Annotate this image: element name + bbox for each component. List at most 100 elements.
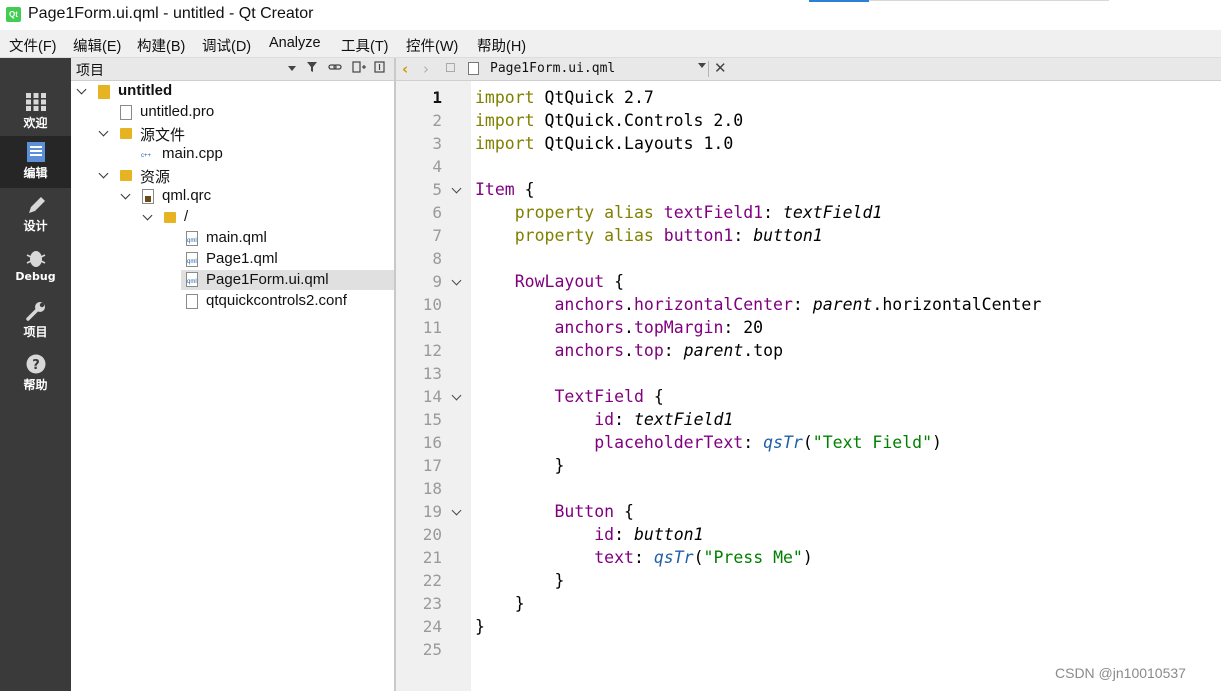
chevron-down-icon[interactable] <box>98 169 110 181</box>
project-icon <box>98 85 110 99</box>
code-line[interactable]: property alias button1: button1 <box>475 224 823 247</box>
fold-chevron-icon[interactable] <box>452 508 462 518</box>
tree-item-label: Page1.qml <box>206 250 278 267</box>
forward-arrow-icon[interactable]: › <box>423 60 429 78</box>
bug-icon <box>0 248 71 272</box>
code-line[interactable]: property alias textField1: textField1 <box>475 201 883 224</box>
mode-projects[interactable]: 项目 <box>0 295 71 347</box>
mode-edit[interactable]: 编辑 <box>0 136 71 188</box>
menu-build[interactable]: 构建(B) <box>137 35 185 56</box>
tree-item-label: Page1Form.ui.qml <box>206 271 329 288</box>
mode-label: 项目 <box>23 325 48 339</box>
code-line[interactable]: anchors.topMargin: 20 <box>475 316 763 339</box>
line-number: 11 <box>422 318 442 337</box>
close-document-icon[interactable]: ✕ <box>714 59 727 77</box>
menu-help[interactable]: 帮助(H) <box>477 35 526 56</box>
code-line[interactable]: anchors.top: parent.top <box>475 339 783 362</box>
tree-item-label: qml.qrc <box>162 187 212 204</box>
line-number: 23 <box>422 594 442 613</box>
mode-debug[interactable]: Debug <box>0 242 71 294</box>
tree-item-main-qml[interactable]: main.qml <box>71 229 394 249</box>
link-icon[interactable] <box>328 61 342 75</box>
line-number: 21 <box>422 548 442 567</box>
tree-item-resources[interactable]: 资源 <box>71 166 394 186</box>
fold-chevron-icon[interactable] <box>452 186 462 196</box>
tree-item-root-folder[interactable]: / <box>71 208 394 228</box>
menu-analyze[interactable]: Analyze <box>269 35 321 51</box>
tree-item-page1form-ui-qml[interactable]: Page1Form.ui.qml <box>181 270 394 290</box>
line-number: 25 <box>422 640 442 659</box>
line-number: 22 <box>422 571 442 590</box>
line-number: 5 <box>432 180 442 199</box>
line-number: 4 <box>432 157 442 176</box>
qml-file-icon <box>186 231 198 246</box>
code-line[interactable]: } <box>475 454 564 477</box>
code-line[interactable]: } <box>475 615 485 638</box>
grid-icon <box>0 92 71 116</box>
code-line[interactable]: } <box>475 592 525 615</box>
line-number: 13 <box>422 364 442 383</box>
line-number: 12 <box>422 341 442 360</box>
qrc-file-icon <box>142 189 154 204</box>
chevron-down-icon[interactable] <box>98 127 110 139</box>
code-line[interactable]: import QtQuick 2.7 <box>475 86 654 109</box>
code-line[interactable]: Item { <box>475 178 535 201</box>
mode-label: 编辑 <box>23 166 48 180</box>
code-editor[interactable]: import QtQuick 2.7 import QtQuick.Control… <box>471 81 1221 691</box>
tree-item-label: untitled.pro <box>140 103 215 120</box>
split-icon[interactable] <box>352 61 366 75</box>
title-accent-line <box>809 0 869 2</box>
svg-text:?: ? <box>32 358 40 373</box>
mode-label: 设计 <box>23 219 48 233</box>
code-line[interactable]: anchors.horizontalCenter: parent.horizon… <box>475 293 1041 316</box>
menu-debug[interactable]: 调试(D) <box>202 35 251 56</box>
code-line[interactable]: text: qsTr("Press Me") <box>475 546 813 569</box>
tree-item-main-cpp[interactable]: main.cpp <box>71 145 394 165</box>
cpp-file-icon <box>141 147 153 162</box>
back-arrow-icon[interactable]: ‹ <box>402 60 408 78</box>
code-line[interactable]: TextField { <box>475 385 663 408</box>
code-line[interactable]: id: textField1 <box>475 408 733 431</box>
tree-item-page1-qml[interactable]: Page1.qml <box>71 250 394 270</box>
tree-item-untitled[interactable]: untitled <box>71 82 394 102</box>
document-selector[interactable]: Page1Form.ui.qml <box>490 61 615 76</box>
toolbar-separator <box>708 61 709 77</box>
line-number: 15 <box>422 410 442 429</box>
close-panel-icon[interactable] <box>373 61 387 75</box>
resource-folder-icon <box>120 170 132 181</box>
mode-help[interactable]: ? 帮助 <box>0 348 71 400</box>
chevron-down-icon[interactable] <box>120 190 132 202</box>
menu-bar: 文件(F) 编辑(E) 构建(B) 调试(D) Analyze 工具(T) 控件… <box>0 30 1221 58</box>
line-number: 3 <box>432 134 442 153</box>
tree-item-sources[interactable]: 源文件 <box>71 124 394 144</box>
mode-welcome[interactable]: 欢迎 <box>0 86 71 138</box>
fold-chevron-icon[interactable] <box>452 278 462 288</box>
code-line[interactable]: import QtQuick.Controls 2.0 <box>475 109 743 132</box>
line-number: 10 <box>422 295 442 314</box>
filter-icon[interactable] <box>305 61 319 75</box>
code-line[interactable]: Button { <box>475 500 633 523</box>
qml-file-icon <box>468 62 479 75</box>
code-line[interactable]: id: button1 <box>475 523 703 546</box>
tree-item-untitled-pro[interactable]: untitled.pro <box>71 103 394 123</box>
view-dropdown-icon[interactable] <box>285 61 299 75</box>
line-number: 6 <box>432 203 442 222</box>
chevron-down-icon[interactable] <box>142 211 154 223</box>
line-number: 24 <box>422 617 442 636</box>
mode-design[interactable]: 设计 <box>0 189 71 241</box>
menu-file[interactable]: 文件(F) <box>9 35 57 56</box>
chevron-down-icon[interactable] <box>698 63 706 68</box>
fold-chevron-icon[interactable] <box>452 393 462 403</box>
qt-logo-icon: Qt <box>6 7 21 22</box>
code-line[interactable]: import QtQuick.Layouts 1.0 <box>475 132 733 155</box>
menu-tools[interactable]: 工具(T) <box>341 35 389 56</box>
chevron-down-icon[interactable] <box>76 85 88 97</box>
code-line[interactable]: RowLayout { <box>475 270 624 293</box>
tree-item-qtquickcontrols2-conf[interactable]: qtquickcontrols2.conf <box>71 292 394 312</box>
tree-item-qml-qrc[interactable]: qml.qrc <box>71 187 394 207</box>
menu-edit[interactable]: 编辑(E) <box>73 35 121 56</box>
code-line[interactable]: } <box>475 569 564 592</box>
code-line[interactable]: placeholderText: qsTr("Text Field") <box>475 431 942 454</box>
menu-controls[interactable]: 控件(W) <box>406 35 458 56</box>
edit-doc-icon <box>0 142 71 166</box>
